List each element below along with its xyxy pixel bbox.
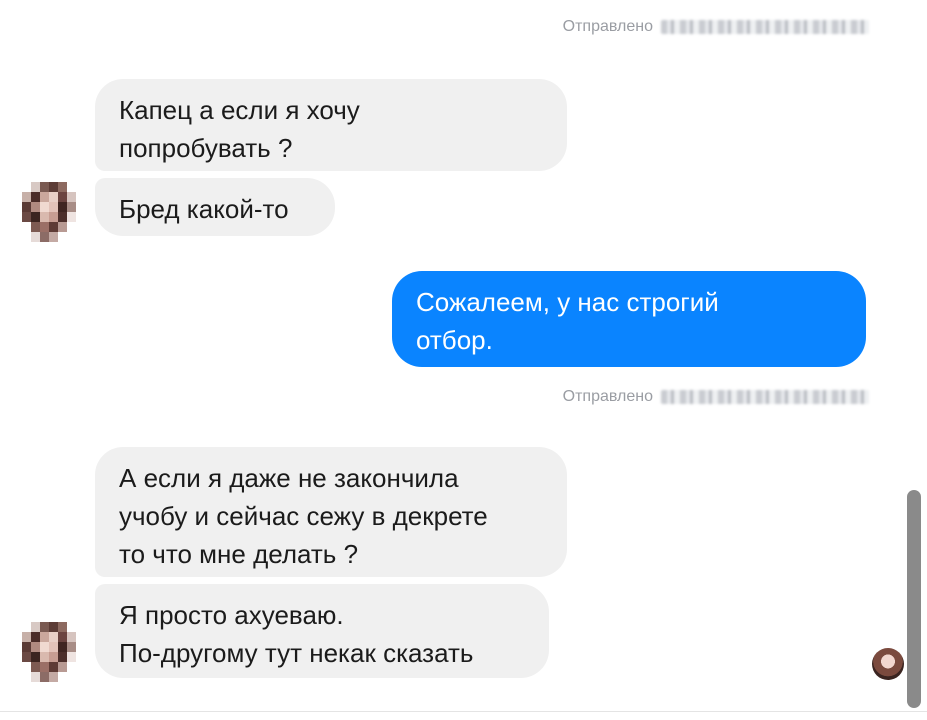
avatar-pixel	[58, 232, 67, 242]
avatar-pixel	[31, 212, 40, 222]
sent-by-prefix: Отправлено	[562, 18, 653, 35]
avatar-pixel	[22, 642, 31, 652]
avatar-pixel	[49, 632, 58, 642]
avatar-pixel	[31, 662, 40, 672]
avatar-pixel	[22, 632, 31, 642]
avatar-pixel	[31, 632, 40, 642]
incoming-message: Бред какой-то	[95, 178, 335, 236]
avatar-pixel	[67, 662, 76, 672]
avatar-pixel	[40, 672, 49, 682]
contact-avatar-icon[interactable]	[22, 182, 76, 242]
outgoing-message: Сожалеем, у нас строгий отбор.	[392, 271, 866, 367]
avatar-pixel	[22, 192, 31, 202]
avatar-pixel	[40, 642, 49, 652]
avatar-pixel	[49, 662, 58, 672]
avatar-pixel	[40, 222, 49, 232]
avatar-pixel	[22, 222, 31, 232]
avatar-pixel	[40, 192, 49, 202]
avatar-pixel	[58, 222, 67, 232]
scrollbar-thumb[interactable]	[907, 490, 921, 708]
avatar-pixel	[67, 632, 76, 642]
avatar-pixel	[31, 652, 40, 662]
avatar-pixel	[31, 672, 40, 682]
avatar-pixel	[58, 182, 67, 192]
avatar-pixel	[40, 232, 49, 242]
avatar-pixel	[31, 622, 40, 632]
avatar-pixel	[58, 662, 67, 672]
avatar-pixel	[49, 192, 58, 202]
chat-thread: Отправлено Капец а если я хочу попробува…	[0, 0, 927, 720]
avatar-pixel	[67, 192, 76, 202]
avatar-pixel	[31, 232, 40, 242]
seen-avatar-icon	[872, 648, 904, 680]
avatar-pixel	[31, 182, 40, 192]
avatar-pixel	[58, 212, 67, 222]
avatar-pixel	[49, 202, 58, 212]
sent-by-label: Отправлено	[563, 18, 869, 36]
avatar-pixel	[58, 642, 67, 652]
avatar-pixel	[22, 202, 31, 212]
avatar-pixel	[67, 622, 76, 632]
avatar-pixel	[22, 672, 31, 682]
avatar-pixel	[49, 212, 58, 222]
avatar-pixel	[40, 202, 49, 212]
avatar-pixel	[67, 652, 76, 662]
avatar-pixel	[49, 622, 58, 632]
avatar-pixel	[58, 672, 67, 682]
avatar-pixel	[31, 222, 40, 232]
avatar-pixel	[31, 642, 40, 652]
avatar-pixel	[49, 642, 58, 652]
avatar-pixel	[67, 202, 76, 212]
avatar-pixel	[58, 202, 67, 212]
sent-by-label: Отправлено	[563, 388, 869, 406]
avatar-pixel	[22, 212, 31, 222]
avatar-pixel	[67, 672, 76, 682]
contact-avatar-icon[interactable]	[22, 622, 76, 682]
avatar-pixel	[58, 652, 67, 662]
avatar-pixel	[31, 192, 40, 202]
avatar-pixel	[40, 622, 49, 632]
avatar-pixel	[58, 622, 67, 632]
divider	[0, 711, 927, 712]
avatar-pixel	[22, 662, 31, 672]
avatar-pixel	[58, 632, 67, 642]
avatar-pixel	[49, 232, 58, 242]
avatar-pixel	[40, 632, 49, 642]
avatar-pixel	[67, 642, 76, 652]
avatar-pixel	[49, 182, 58, 192]
blurred-sender-name	[661, 390, 869, 404]
avatar-pixel	[67, 222, 76, 232]
incoming-message: А если я даже не закончила учобу и сейча…	[95, 447, 567, 577]
avatar-pixel	[22, 182, 31, 192]
avatar-pixel	[22, 622, 31, 632]
avatar-pixel	[49, 652, 58, 662]
avatar-pixel	[49, 222, 58, 232]
avatar-pixel	[40, 212, 49, 222]
avatar-pixel	[49, 672, 58, 682]
sent-by-prefix: Отправлено	[562, 388, 653, 405]
avatar-pixel	[22, 652, 31, 662]
avatar-pixel	[40, 182, 49, 192]
incoming-message: Капец а если я хочу попробувать ?	[95, 79, 567, 171]
avatar-pixel	[40, 652, 49, 662]
avatar-pixel	[58, 192, 67, 202]
avatar-pixel	[67, 232, 76, 242]
avatar-pixel	[22, 232, 31, 242]
incoming-message: Я просто ахуеваю. По-другому тут некак с…	[95, 584, 549, 678]
blurred-sender-name	[661, 20, 869, 34]
avatar-pixel	[31, 202, 40, 212]
avatar-pixel	[67, 212, 76, 222]
avatar-pixel	[67, 182, 76, 192]
avatar-pixel	[40, 662, 49, 672]
